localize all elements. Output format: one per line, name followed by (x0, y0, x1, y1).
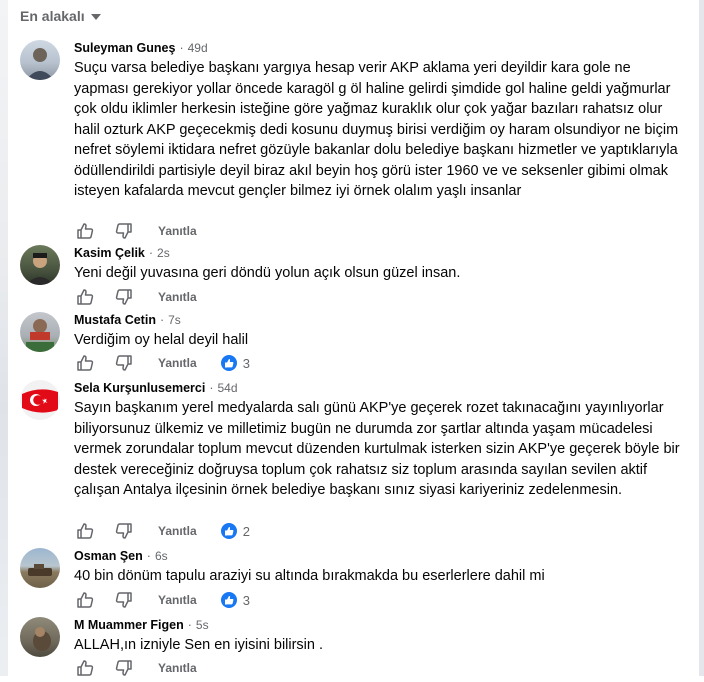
reply-button[interactable]: Yanıtla (158, 661, 197, 675)
comment-time[interactable]: 2s (157, 245, 170, 261)
sort-dropdown[interactable]: En alakalı (20, 8, 101, 24)
comment-text: Yeni değil yuvasına geri döndü yolun açı… (74, 265, 461, 281)
separator-dot: · (148, 246, 154, 260)
like-icon[interactable] (76, 522, 94, 540)
background-strip-left (0, 0, 8, 676)
like-icon[interactable] (76, 591, 94, 609)
comment-text: Suçu varsa belediye başkanı yargıya hesa… (74, 60, 679, 199)
comment-time[interactable]: 54d (217, 380, 237, 396)
dislike-icon[interactable] (115, 288, 133, 306)
reply-button[interactable]: Yanıtla (158, 356, 197, 370)
comment-actions: Yanıtla 3 (74, 589, 250, 611)
separator-dot: · (179, 41, 184, 55)
avatar[interactable] (20, 617, 60, 657)
comment-author[interactable]: Kasim Çelik (74, 245, 145, 261)
separator-dot: · (209, 381, 214, 395)
comment-author[interactable]: Sela Kurşunlusemerci (74, 380, 205, 396)
like-icon[interactable] (76, 288, 94, 306)
comment-actions: Yanıtla (74, 286, 197, 308)
reply-button[interactable]: Yanıtla (158, 290, 197, 304)
thumbs-up-reaction-icon (220, 523, 237, 539)
like-icon[interactable] (76, 354, 94, 372)
comment-time[interactable]: 7s (168, 312, 181, 328)
dislike-icon[interactable] (115, 522, 133, 540)
avatar[interactable] (20, 380, 60, 420)
scrollbar-track[interactable] (699, 0, 704, 676)
comment-time[interactable]: 49d (188, 40, 208, 56)
profile-photo-icon (33, 627, 51, 651)
comment-author[interactable]: Suleyman Guneş (74, 40, 175, 56)
sort-label: En alakalı (20, 8, 85, 24)
reply-button[interactable]: Yanıtla (158, 593, 197, 607)
chevron-down-icon (90, 14, 101, 20)
comment-author[interactable]: Osman Şen (74, 548, 143, 564)
avatar[interactable] (20, 312, 60, 352)
reaction-summary[interactable]: 3 (220, 355, 250, 371)
dislike-icon[interactable] (115, 591, 133, 609)
reaction-summary[interactable]: 3 (220, 592, 250, 608)
reaction-summary[interactable]: 2 (220, 523, 250, 539)
profile-photo-icon (26, 319, 54, 352)
comment-author[interactable]: M Muammer Figen (74, 617, 184, 633)
like-icon[interactable] (76, 659, 94, 677)
comment-text: ALLAH,ın izniyle Sen en iyisini bilirsin… (74, 637, 324, 653)
dislike-icon[interactable] (115, 354, 133, 372)
like-icon[interactable] (76, 222, 94, 240)
comment-time[interactable]: 6s (155, 548, 168, 564)
profile-photo-icon (26, 253, 54, 285)
avatar[interactable] (20, 245, 60, 285)
thumbs-up-reaction-icon (220, 355, 237, 371)
reaction-count: 2 (242, 523, 250, 539)
comment-text: Verdiğim oy helal deyil halil (74, 332, 249, 348)
dislike-icon[interactable] (115, 659, 133, 677)
comment-actions: Yanıtla (74, 220, 197, 242)
thumbs-up-reaction-icon (220, 592, 237, 608)
comment-actions: Yanıtla 3 (74, 352, 250, 374)
comment-text: Sayın başkanım yerel medyalarda salı gün… (74, 400, 680, 498)
avatar[interactable] (20, 548, 60, 588)
comment-author[interactable]: Mustafa Cetin (74, 312, 156, 328)
reply-button[interactable]: Yanıtla (158, 224, 197, 238)
comment-time[interactable]: 5s (196, 617, 209, 633)
separator-dot: · (187, 618, 192, 632)
separator-dot: · (159, 313, 165, 327)
profile-photo-icon (26, 48, 54, 80)
comment-actions: Yanıtla 2 (74, 520, 250, 542)
reaction-count: 3 (242, 355, 250, 371)
turkish-flag-icon (22, 389, 58, 413)
separator-dot: · (146, 549, 151, 563)
avatar[interactable] (20, 40, 60, 80)
reply-button[interactable]: Yanıtla (158, 524, 197, 538)
reaction-count: 3 (242, 592, 250, 608)
dislike-icon[interactable] (115, 222, 133, 240)
comment-text: 40 bin dönüm tapulu araziyi su altında b… (74, 568, 545, 584)
profile-photo-icon (28, 564, 52, 576)
